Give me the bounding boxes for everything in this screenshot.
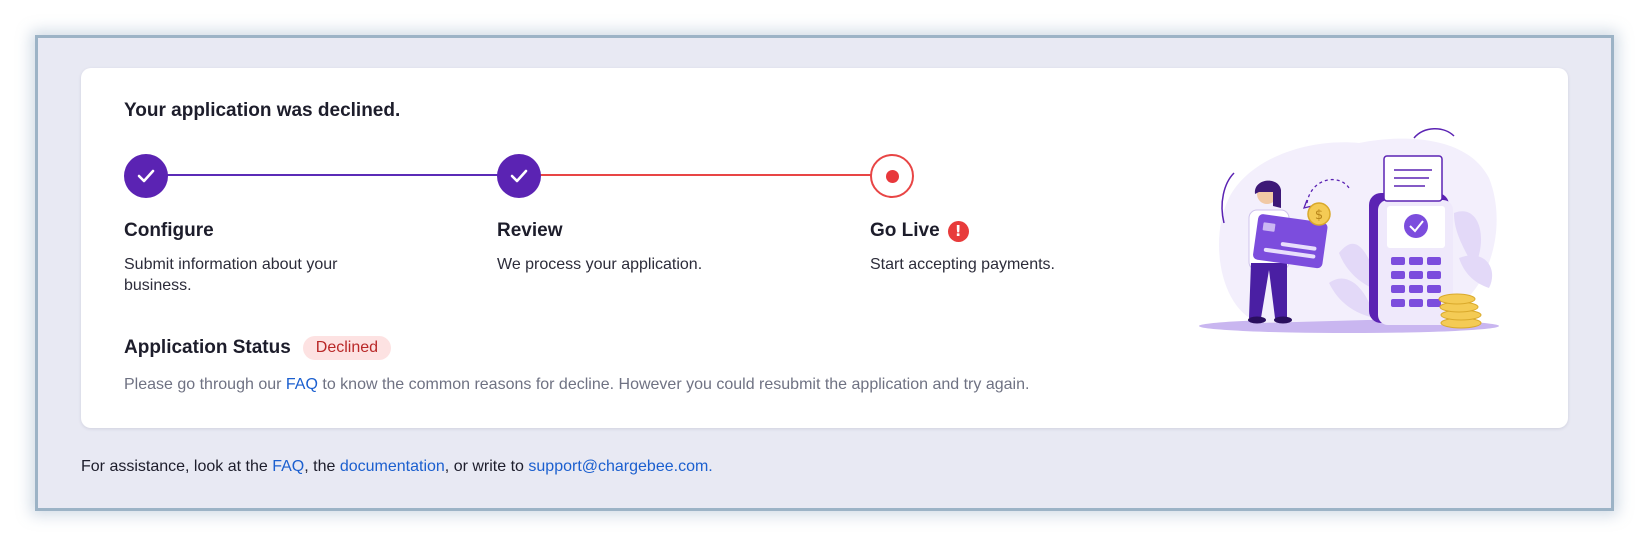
check-icon: [510, 169, 528, 183]
footer-text: , the: [304, 458, 336, 475]
step-configure-description: Submit information about your business.: [124, 256, 338, 294]
step-configure-title: Configure: [124, 220, 214, 242]
status-note: Please go through our FAQ to know the co…: [124, 376, 1029, 394]
documentation-link[interactable]: documentation: [340, 458, 445, 475]
check-icon: [137, 169, 155, 183]
note-text-suffix: to know the common reasons for decline. …: [322, 376, 1030, 393]
step-review-node: [497, 154, 541, 198]
exclamation-circle-icon: !: [947, 220, 969, 242]
support-email-link[interactable]: support@chargebee.com.: [528, 458, 712, 475]
status-label: Application Status: [124, 337, 291, 358]
stepper-connector-complete: [164, 174, 500, 176]
step-review-title: Review: [497, 220, 562, 242]
page-frame: Your application was declined. Configure…: [35, 35, 1614, 511]
current-step-dot-icon: [885, 169, 899, 183]
step-label: Configure: [124, 220, 214, 241]
step-label: Review: [497, 220, 563, 241]
assistance-footer: For assistance, look at the FAQ, the doc…: [81, 458, 713, 476]
faq-link[interactable]: FAQ: [286, 376, 318, 393]
svg-text:$: $: [1315, 208, 1323, 223]
application-status-row: Application Status Declined: [124, 336, 392, 360]
step-configure-node: [124, 154, 168, 198]
footer-text: , or write to: [444, 458, 524, 475]
application-status-card: Your application was declined. Configure…: [81, 68, 1568, 428]
step-go-live-node: [870, 154, 914, 198]
footer-text: For assistance, look at the: [81, 458, 268, 475]
step-review-description: We process your application.: [497, 256, 703, 273]
card-title: Your application was declined.: [124, 100, 401, 121]
progress-stepper: [124, 154, 914, 198]
step-go-live-title: Go Live !: [870, 220, 969, 242]
note-text-prefix: Please go through our: [124, 376, 282, 393]
stepper-connector-error: [539, 174, 875, 176]
step-go-live-description: Start accepting payments.: [870, 256, 1055, 273]
step-label: Go Live: [870, 220, 940, 241]
status-badge: Declined: [302, 336, 392, 360]
footer-faq-link[interactable]: FAQ: [272, 458, 304, 475]
payment-terminal-illustration: $: [1199, 128, 1499, 333]
